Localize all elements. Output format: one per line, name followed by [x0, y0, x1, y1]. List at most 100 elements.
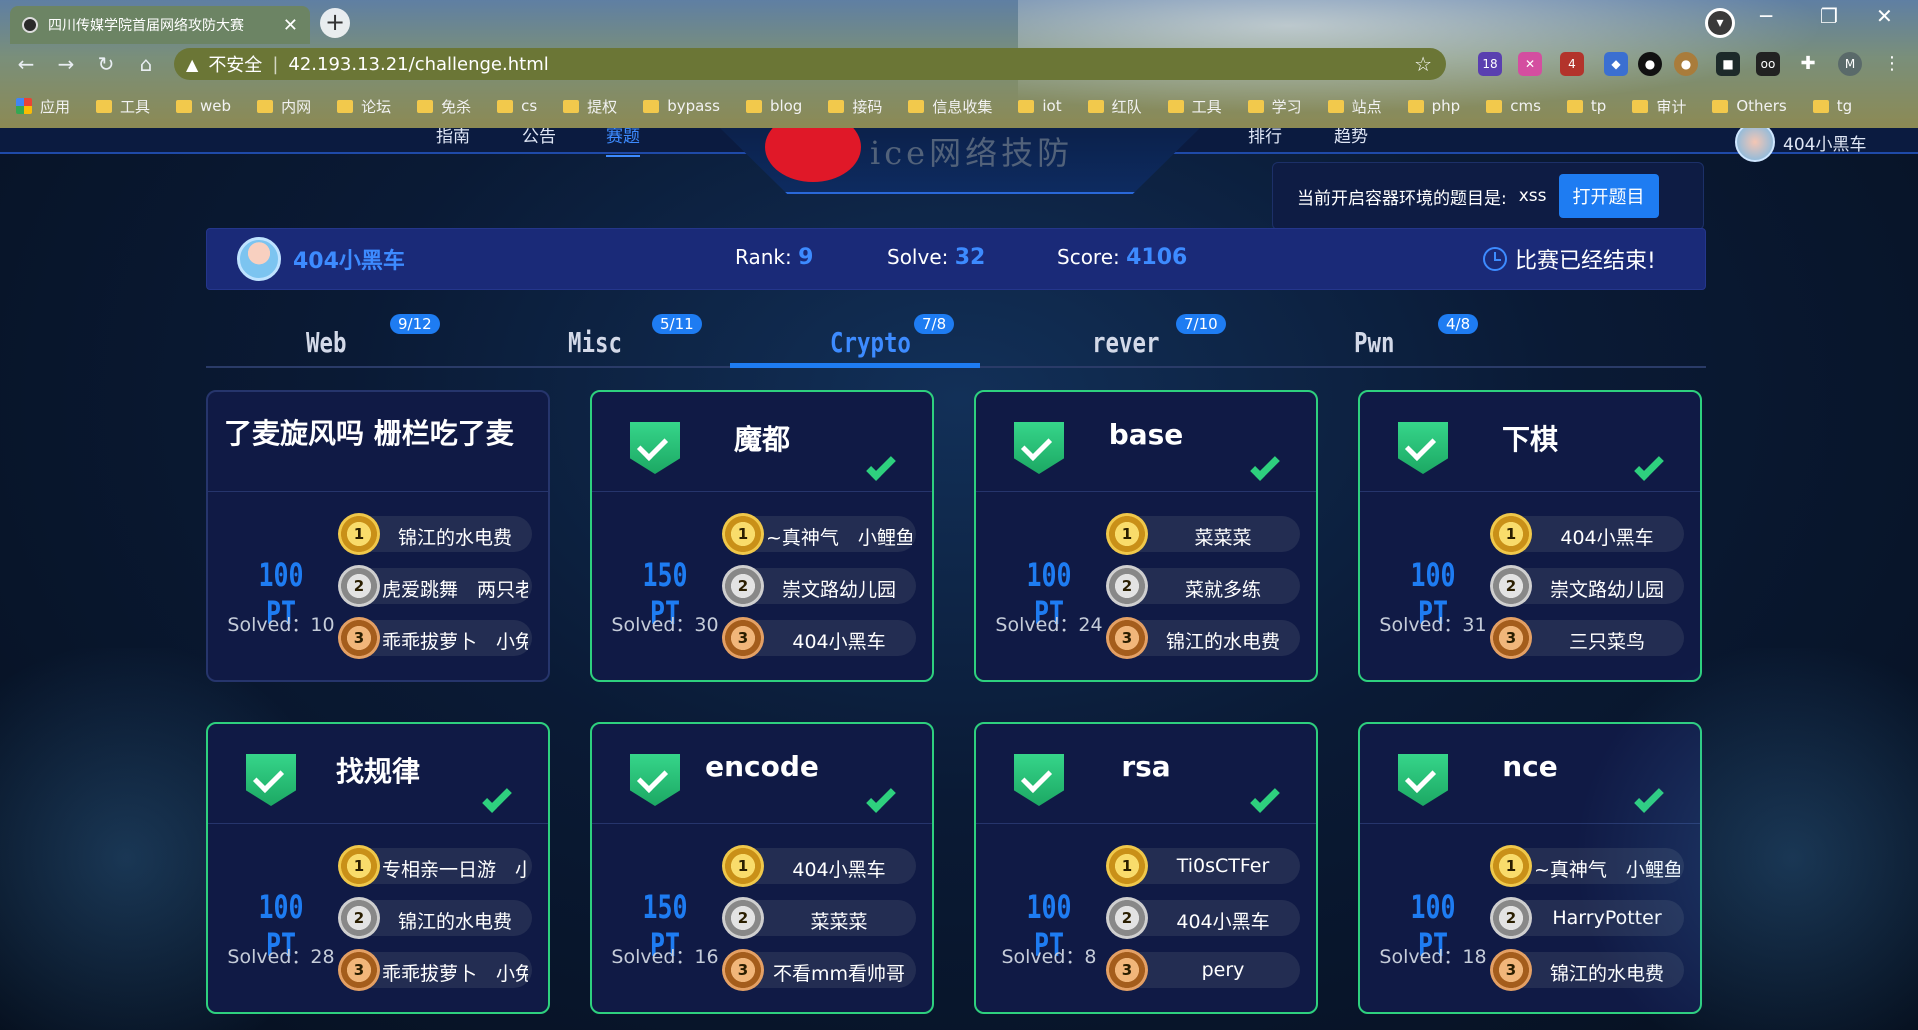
folder-icon	[1712, 99, 1729, 113]
open-challenge-button[interactable]: 打开题目	[1558, 174, 1659, 218]
browser-media-icon[interactable]: ▾	[1705, 8, 1735, 38]
challenge-card[interactable]: 魔都 150 PT Solved：30 1 ~真神气 小鲤鱼 2 崇文路幼儿园 34…	[590, 390, 934, 682]
category-tabs: Web 9/12 Misc 5/11 Crypto 7/8 rever 7/10…	[206, 308, 1706, 368]
url-text: 42.193.13.21/challenge.html	[288, 53, 549, 75]
extension-circle-icon[interactable]: ●	[1638, 52, 1662, 76]
back-icon[interactable]: ←	[12, 50, 40, 78]
bookmark-folder[interactable]: 免杀	[417, 96, 471, 117]
category-count-badge: 7/8	[914, 314, 955, 334]
close-tab-icon[interactable]: ✕	[283, 15, 298, 36]
challenge-title: nce	[1502, 750, 1558, 783]
bookmark-folder[interactable]: 内网	[257, 96, 311, 117]
bookmark-folder[interactable]: cms	[1486, 97, 1541, 115]
nav-challenges[interactable]: 赛题	[606, 128, 640, 157]
card-header: nce	[1360, 724, 1700, 824]
profile-initial: M	[1844, 57, 1856, 71]
bookmark-folder[interactable]: 提权	[563, 96, 617, 117]
score-stat: Score: 4106	[1057, 245, 1187, 270]
tab-web[interactable]: Web 9/12	[206, 308, 456, 368]
rank-stat: Rank: 9	[735, 245, 813, 270]
card-header: base	[976, 392, 1316, 492]
folder-icon	[745, 99, 762, 113]
challenge-card[interactable]: base 100 PT Solved：24 1 菜菜菜 2 菜就多练 3 锦江的水电费	[974, 390, 1318, 682]
solver-first: 1 锦江的水电费	[338, 513, 532, 555]
challenge-card[interactable]: 找规律 100 PT Solved：28 1 专相亲一日游 小 2 锦江的水电费 3…	[206, 722, 550, 1014]
address-bar[interactable]: ▲ 不安全 | 42.193.13.21/challenge.html ☆	[174, 48, 1446, 80]
solver-name: 锦江的水电费	[397, 527, 512, 549]
challenge-card[interactable]: encode 150 PT Solved：16 1 404小黑车 2 菜菜菜 3 不看…	[590, 722, 934, 1014]
folder-icon	[1327, 99, 1344, 113]
tab-rever[interactable]: rever 7/10	[992, 308, 1242, 368]
avatar	[237, 237, 281, 281]
bookmark-folder[interactable]: 站点	[1327, 96, 1382, 117]
extension-x-icon[interactable]: ✕	[1518, 52, 1542, 76]
bookmark-label: php	[1431, 97, 1461, 115]
solver-name: ~真神气 小鲤鱼	[766, 527, 912, 549]
restore-icon[interactable]: ❐	[1820, 4, 1838, 28]
bookmark-folder[interactable]: 接码	[828, 96, 882, 117]
bookmark-folder[interactable]: cs	[497, 97, 537, 115]
score-value: 4106	[1126, 245, 1188, 270]
category-count-badge: 4/8	[1438, 314, 1479, 334]
bookmark-star-icon[interactable]: ☆	[1414, 52, 1432, 76]
tab-crypto[interactable]: Crypto 7/8	[730, 308, 980, 368]
window-close-icon[interactable]: ✕	[1876, 4, 1893, 28]
extension-blue-icon[interactable]: ◆	[1604, 52, 1628, 76]
bookmark-folder[interactable]: web	[176, 97, 231, 115]
solved-count: Solved：18	[1379, 946, 1487, 968]
bookmark-folder[interactable]: 审计	[1632, 96, 1686, 117]
home-icon[interactable]: ⌂	[132, 50, 160, 78]
bookmark-folder[interactable]: 红队	[1087, 96, 1142, 117]
nav-rank[interactable]: 排行	[1248, 128, 1282, 147]
bookmark-folder[interactable]: blog	[745, 97, 802, 115]
card-header: 下棋	[1360, 392, 1700, 492]
user-menu[interactable]: 404小黑车	[1735, 128, 1866, 162]
challenge-card[interactable]: nce 100 PT Solved：18 1 ~真神气 小鲤鱼 2 HarryPot…	[1358, 722, 1702, 1014]
tab-misc[interactable]: Misc 5/11	[468, 308, 718, 368]
solver-name: 虎爱跳舞 两只老	[382, 579, 528, 601]
bookmark-label: 接码	[852, 97, 883, 116]
category-count-badge: 9/12	[390, 314, 440, 334]
solver-name: 专相亲一日游 小	[382, 859, 528, 881]
solver-first: 1 专相亲一日游 小	[338, 845, 532, 887]
extension-badge-icon[interactable]: 18	[1478, 52, 1502, 76]
extension-dice-icon[interactable]: 4	[1560, 52, 1584, 76]
bookmark-folder[interactable]: bypass	[643, 97, 720, 115]
solve-label: Solve:	[887, 245, 949, 269]
bookmark-folder[interactable]: 信息收集	[908, 96, 992, 117]
menu-kebab-icon[interactable]: ⋮	[1880, 52, 1904, 76]
challenge-card[interactable]: 下棋 100 PT Solved：31 1 404小黑车 2 崇文路幼儿园 3 三只菜…	[1358, 390, 1702, 682]
bronze-medal-icon: 3	[338, 617, 380, 659]
cookie-icon[interactable]: ●	[1674, 52, 1698, 76]
bronze-medal-icon: 3	[1490, 949, 1532, 991]
bookmark-folder[interactable]: tp	[1566, 97, 1606, 115]
challenge-card[interactable]: 了麦旋风吗 栅栏吃了麦 100 PT Solved：10 1 锦江的水电费 2 虎爱…	[206, 390, 550, 682]
bookmark-folder[interactable]: php	[1407, 97, 1461, 115]
nav-trend[interactable]: 趋势	[1334, 128, 1368, 147]
tab-pwn[interactable]: Pwn 4/8	[1254, 308, 1504, 368]
extension-glasses-icon[interactable]: oo	[1756, 52, 1780, 76]
bookmark-folder[interactable]: iot	[1018, 97, 1062, 115]
container-value: xss	[1518, 186, 1547, 206]
browser-tab[interactable]: 四川传媒学院首届网络攻防大赛 ✕	[10, 6, 310, 44]
top-solvers: 1 404小黑车 2 崇文路幼儿园 3 三只菜鸟	[1490, 513, 1694, 672]
bookmark-folder[interactable]: 论坛	[337, 96, 391, 117]
bookmark-folder[interactable]: 学习	[1247, 96, 1302, 117]
top-solvers: 1 菜菜菜 2 菜就多练 3 锦江的水电费	[1106, 513, 1310, 672]
new-tab-button[interactable]: +	[320, 8, 350, 38]
reload-icon[interactable]: ↻	[92, 50, 120, 78]
nav-notice[interactable]: 公告	[522, 128, 556, 147]
bookmark-folder[interactable]: Others	[1712, 97, 1787, 115]
bookmark-folder[interactable]: 工具	[1167, 96, 1222, 117]
challenge-card[interactable]: rsa 100 PT Solved：8 1 Ti0sCTFer 2 404小黑车 3…	[974, 722, 1318, 1014]
silver-medal-icon: 2	[1490, 565, 1532, 607]
bookmark-folder[interactable]: tg	[1812, 97, 1852, 115]
extension-square-icon[interactable]: ■	[1716, 52, 1740, 76]
nav-guide[interactable]: 指南	[436, 128, 470, 147]
forward-icon[interactable]: →	[52, 50, 80, 78]
bookmark-folder[interactable]: 工具	[96, 96, 150, 117]
bookmark-apps[interactable]: 应用	[16, 96, 70, 117]
profile-avatar[interactable]: M	[1838, 52, 1862, 76]
minimize-icon[interactable]: ─	[1760, 4, 1772, 28]
extensions-puzzle-icon[interactable]: ✚	[1796, 52, 1820, 76]
